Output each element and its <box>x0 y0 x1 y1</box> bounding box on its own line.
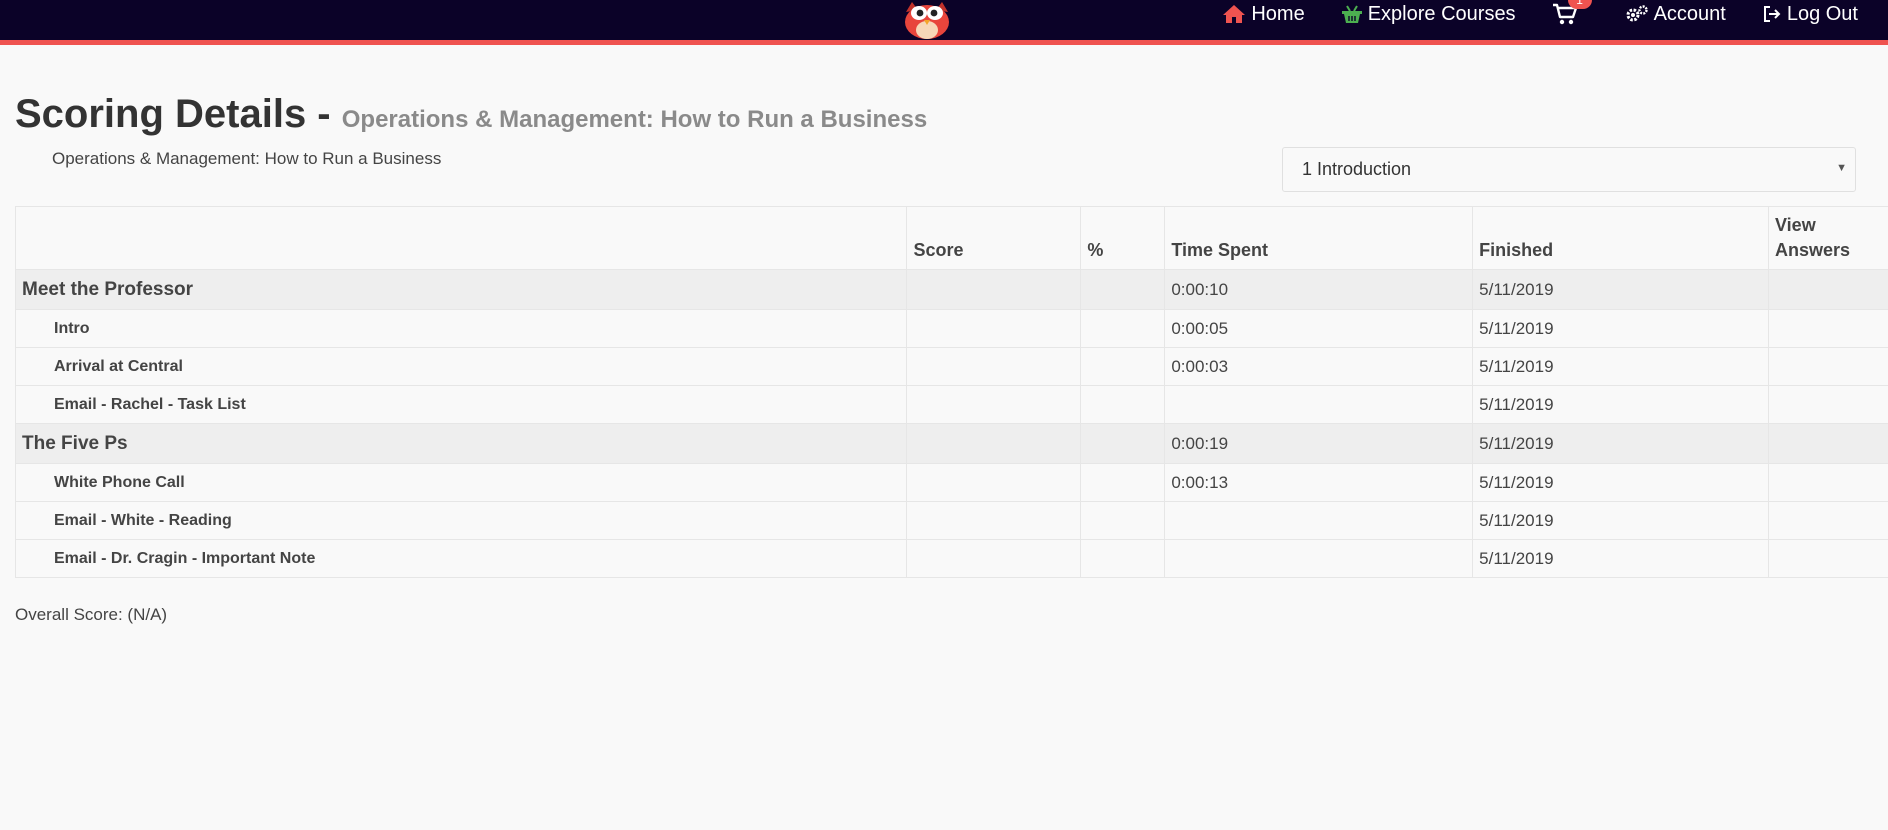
cell-percent <box>1080 385 1166 424</box>
nav-home-link[interactable]: Home <box>1222 2 1305 26</box>
table-row: Email - Dr. Cragin - Important Note 5/11/… <box>14 539 1888 578</box>
cell-time-spent <box>1164 385 1474 424</box>
table-group-row: Meet the Professor 0:00:10 5/11/2019 <box>14 269 1888 310</box>
cell-score <box>906 347 1082 386</box>
cell-percent <box>1080 269 1166 310</box>
nav-links: Home Explore Courses 1 Account Log Out <box>1186 0 1858 28</box>
basket-icon <box>1341 4 1363 24</box>
cell-percent <box>1080 463 1166 502</box>
cell-view-answers[interactable] <box>1768 463 1888 502</box>
home-icon <box>1222 4 1246 24</box>
cell-view-answers[interactable] <box>1768 501 1888 540</box>
cell-score <box>906 501 1082 540</box>
col-header-title <box>14 206 908 270</box>
table-row: Arrival at Central 0:00:03 5/11/2019 <box>14 347 1888 386</box>
cell-percent <box>1080 423 1166 464</box>
cell-time-spent: 0:00:13 <box>1164 463 1474 502</box>
cell-finished: 5/11/2019 <box>1472 501 1769 540</box>
nav-explore-courses-label: Explore Courses <box>1367 2 1516 25</box>
overall-score: Overall Score: (N/A) <box>15 605 168 624</box>
scoring-table: Score % Time Spent Finished View Answers… <box>14 206 1888 578</box>
nav-logout-link[interactable]: Log Out <box>1762 3 1858 26</box>
cell-percent <box>1080 539 1166 578</box>
cell-finished: 5/11/2019 <box>1472 309 1769 348</box>
cell-time-spent: 0:00:05 <box>1164 309 1474 348</box>
section-select[interactable]: 1 Introduction ▼ <box>1282 147 1856 192</box>
cell-finished: 5/11/2019 <box>1472 539 1769 578</box>
col-header-finished[interactable]: Finished <box>1472 206 1769 270</box>
cell-title: Intro <box>14 309 908 348</box>
cell-title: Meet the Professor <box>14 269 908 310</box>
cell-title: Arrival at Central <box>14 347 908 386</box>
cell-view-answers[interactable] <box>1768 385 1888 424</box>
cell-view-answers[interactable] <box>1768 309 1888 348</box>
cell-score <box>906 463 1082 502</box>
caret-down-icon: ▼ <box>1836 162 1847 174</box>
table-row: White Phone Call 0:00:13 5/11/2019 <box>14 463 1888 502</box>
cell-view-answers[interactable] <box>1768 423 1888 464</box>
cell-view-answers[interactable] <box>1768 269 1888 310</box>
nav-home-label: Home <box>1251 2 1305 25</box>
cell-score <box>906 539 1082 578</box>
gears-icon <box>1625 4 1649 24</box>
cell-time-spent <box>1164 501 1474 540</box>
cell-title: Email - Rachel - Task List <box>14 385 908 424</box>
cell-time-spent: 0:00:03 <box>1164 347 1474 386</box>
table-row: Email - White - Reading 5/11/2019 <box>14 501 1888 540</box>
cell-finished: 5/11/2019 <box>1472 463 1769 502</box>
nav-account-link[interactable]: Account <box>1625 3 1726 26</box>
nav-account-label: Account <box>1653 2 1726 25</box>
cell-percent <box>1080 309 1166 348</box>
col-header-score[interactable]: Score <box>906 206 1082 270</box>
cell-percent <box>1080 347 1166 386</box>
cell-title: Email - Dr. Cragin - Important Note <box>14 539 908 578</box>
cell-score <box>906 423 1082 464</box>
cell-time-spent <box>1164 539 1474 578</box>
logout-icon <box>1762 4 1782 24</box>
owl-logo-icon[interactable] <box>898 0 956 40</box>
cell-title: White Phone Call <box>14 463 908 502</box>
cell-title: Email - White - Reading <box>14 501 908 540</box>
page-subtitle: Operations & Management: How to Run a Bu… <box>341 106 928 133</box>
cell-view-answers[interactable] <box>1768 347 1888 386</box>
top-navbar: Home Explore Courses 1 Account Log Out <box>0 0 1888 45</box>
cell-finished: 5/11/2019 <box>1472 269 1769 310</box>
section-select-value: 1 Introduction <box>1302 159 1412 179</box>
nav-logout-label: Log Out <box>1786 2 1858 25</box>
col-header-percent[interactable]: % <box>1080 206 1166 270</box>
cell-title: The Five Ps <box>14 423 908 464</box>
page-title-text: Scoring Details - <box>15 92 331 136</box>
cell-time-spent: 0:00:19 <box>1164 423 1474 464</box>
cell-finished: 5/11/2019 <box>1472 423 1769 464</box>
cell-score <box>906 385 1082 424</box>
cell-finished: 5/11/2019 <box>1472 385 1769 424</box>
cell-view-answers[interactable] <box>1768 539 1888 578</box>
table-row: Email - Rachel - Task List 5/11/2019 <box>14 385 1888 424</box>
table-row: Intro 0:00:05 5/11/2019 <box>14 309 1888 348</box>
cell-percent <box>1080 501 1166 540</box>
table-group-row: The Five Ps 0:00:19 5/11/2019 <box>14 423 1888 464</box>
cell-time-spent: 0:00:10 <box>1164 269 1474 310</box>
course-name: Operations & Management: How to Run a Bu… <box>52 149 442 168</box>
cell-score <box>906 309 1082 348</box>
col-header-view-answers[interactable]: View Answers <box>1768 206 1888 270</box>
page-title: Scoring Details - Operations & Managemen… <box>15 92 927 137</box>
cell-finished: 5/11/2019 <box>1472 347 1769 386</box>
nav-cart-link[interactable]: 1 <box>1552 0 1592 25</box>
table-header-row: Score % Time Spent Finished View Answers <box>14 206 1888 270</box>
nav-explore-courses-link[interactable]: Explore Courses <box>1341 3 1516 26</box>
col-header-time-spent[interactable]: Time Spent <box>1164 206 1474 270</box>
cell-score <box>906 269 1082 310</box>
